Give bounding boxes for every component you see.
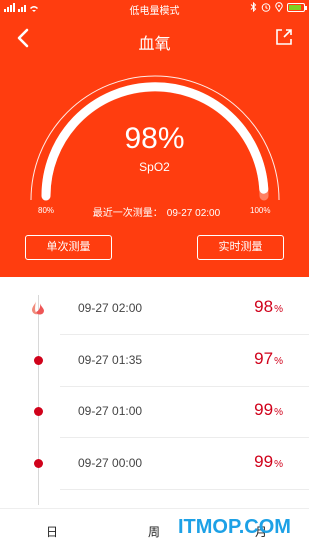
record-value: 99%	[254, 452, 283, 471]
spo2-unit: SpO2	[139, 160, 170, 174]
spo2-value: 98%	[124, 122, 185, 155]
watermark: ITMOP.COM	[178, 516, 291, 538]
record-value: 97%	[254, 349, 283, 368]
bluetooth-icon	[250, 2, 257, 12]
blood-drop-icon	[32, 300, 44, 315]
alarm-icon	[261, 3, 271, 12]
tab-week[interactable]: 周	[148, 523, 160, 540]
share-icon	[276, 29, 292, 45]
status-bar: 低电量模式	[0, 0, 309, 17]
last-measure-time: 09-27 02:00	[166, 208, 221, 219]
record-time: 09-27 01:35	[78, 353, 143, 367]
location-icon	[275, 2, 283, 12]
realtime-measure-button[interactable]: 实时测量	[197, 235, 284, 260]
timeline-dot	[34, 459, 43, 468]
record-time: 09-27 00:00	[78, 456, 143, 470]
divider	[60, 489, 309, 490]
list-item[interactable]: 09-27 02:00 98%	[0, 283, 309, 335]
list-item[interactable]: 09-27 01:35 97%	[0, 335, 309, 387]
share-button[interactable]	[273, 26, 295, 48]
last-measure: 最近一次测量： 09-27 02:00	[0, 204, 309, 219]
record-value: 98%	[254, 297, 283, 316]
record-value: 99%	[254, 400, 283, 419]
single-measure-button[interactable]: 单次测量	[25, 235, 112, 260]
record-time: 09-27 02:00	[78, 301, 143, 315]
battery-icon	[287, 2, 307, 12]
page-title: 血氧	[138, 36, 171, 53]
list-item[interactable]: 09-27 00:00 99%	[0, 438, 309, 490]
record-time: 09-27 01:00	[78, 404, 143, 418]
list-item[interactable]: 09-27 01:00 99%	[0, 386, 309, 438]
timeline-dot	[34, 407, 43, 416]
nav-bar: 血氧	[0, 22, 309, 56]
status-icons	[250, 2, 307, 12]
last-measure-label: 最近一次测量：	[92, 208, 163, 219]
timeline-dot	[34, 356, 43, 365]
tab-day[interactable]: 日	[46, 523, 58, 540]
